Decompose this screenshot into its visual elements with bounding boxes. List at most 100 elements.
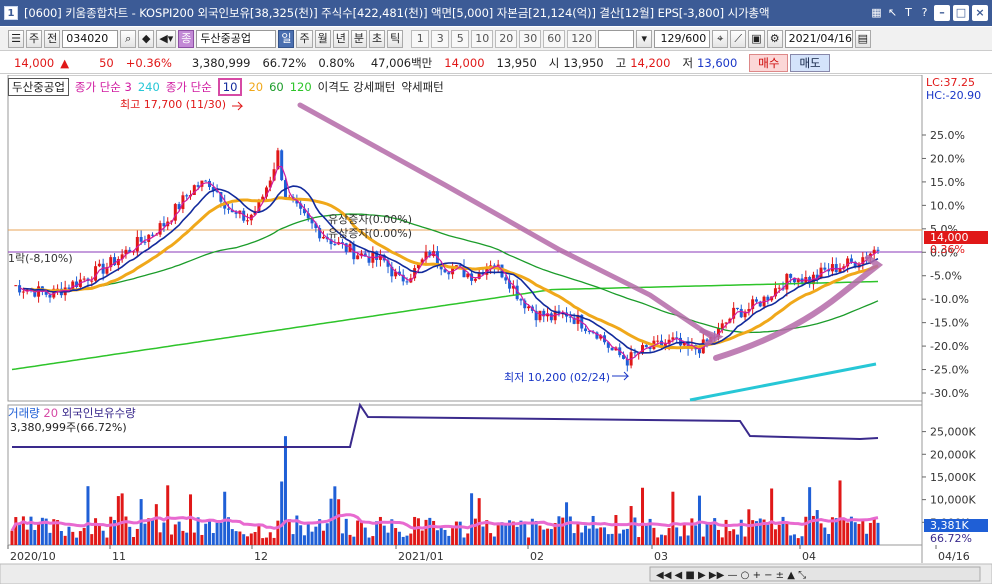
- low-price: 13,600: [697, 55, 738, 70]
- volume-bar: [367, 537, 371, 545]
- open-price: 13,950: [563, 55, 604, 70]
- candle-body: [641, 345, 645, 354]
- volume-bar: [435, 530, 439, 545]
- interval-button-60[interactable]: 60: [543, 29, 566, 48]
- legend-ma20: 20: [248, 80, 264, 94]
- volume-bar: [109, 516, 113, 545]
- volume-bar: [614, 515, 618, 545]
- volume-bar: [234, 531, 238, 545]
- price-y-tick-label: -20.0%: [930, 340, 969, 353]
- stock-name-field[interactable]: 두산중공업: [196, 29, 277, 48]
- volume-bar: [287, 519, 291, 545]
- volume-bar: [314, 526, 318, 545]
- search-icon[interactable]: ⌕: [120, 29, 137, 48]
- volume-bar: [728, 531, 732, 545]
- tf-button-day[interactable]: 일: [278, 29, 295, 48]
- volume-bar: [876, 522, 880, 545]
- interval-button-3[interactable]: 3: [431, 29, 450, 48]
- candle-body: [245, 220, 249, 222]
- hc-label: HC:-20.90: [926, 89, 981, 102]
- candle-body: [97, 263, 101, 267]
- question-icon[interactable]: ?: [918, 6, 931, 20]
- volume-bar: [735, 534, 739, 545]
- interval-button-5[interactable]: 5: [451, 29, 470, 48]
- interval-button-20[interactable]: 20: [495, 29, 518, 48]
- volume-bar: [868, 522, 872, 545]
- volume-bar: [356, 520, 360, 545]
- candle-body: [610, 347, 614, 351]
- candle-body: [158, 223, 162, 235]
- interval-button-120[interactable]: 120: [567, 29, 597, 48]
- volume-bar: [200, 534, 204, 545]
- tf-button-minute[interactable]: 분: [350, 29, 367, 48]
- tf-button-tick[interactable]: 틱: [387, 29, 404, 48]
- volume-bar: [458, 521, 462, 545]
- volume-bar: [447, 535, 451, 545]
- sell-button[interactable]: 매도: [790, 53, 830, 72]
- gear-icon[interactable]: ⚙: [766, 29, 783, 48]
- buy-button[interactable]: 매수: [749, 53, 789, 72]
- volume-bar: [59, 531, 63, 545]
- volume-bar: [405, 535, 409, 545]
- volume-bar: [473, 518, 477, 545]
- arrow-icon[interactable]: ↖: [886, 6, 899, 20]
- volume-bar: [116, 496, 120, 545]
- volume-bar: [796, 538, 800, 545]
- tf-button-month[interactable]: 월: [314, 29, 331, 48]
- candle-body: [280, 150, 284, 181]
- chart-line-icon[interactable]: ⟋: [730, 29, 747, 48]
- interval-dropdown-icon[interactable]: ▾: [636, 29, 653, 48]
- candle-body: [82, 278, 86, 280]
- text-icon[interactable]: T: [902, 6, 915, 20]
- bar-count-field[interactable]: 129/600: [654, 29, 711, 48]
- price-volume-chart[interactable]: 25.0%20.0%15.0%10.0%5.0%0.0%-5.0%-10.0%-…: [0, 75, 992, 584]
- close-icon[interactable]: ×: [972, 5, 988, 21]
- stock-group-icon[interactable]: 종: [178, 29, 195, 48]
- candle-body: [538, 310, 542, 321]
- volume-bar: [310, 531, 314, 545]
- prev-button[interactable]: 전: [44, 29, 61, 48]
- maximize-icon[interactable]: □: [953, 5, 969, 21]
- tf-button-week[interactable]: 주: [296, 29, 313, 48]
- x-axis-label: 2020/10: [10, 550, 56, 563]
- candle-body: [139, 236, 143, 242]
- tf-button-year[interactable]: 년: [332, 29, 349, 48]
- candle-body: [473, 278, 477, 281]
- stock-code-input[interactable]: 034020: [62, 29, 119, 48]
- volume-bar: [249, 533, 253, 545]
- crosshair-icon[interactable]: ⌖: [712, 29, 729, 48]
- volume-bar: [192, 532, 196, 545]
- calendar-icon[interactable]: ▤: [854, 29, 872, 48]
- candle-body: [90, 280, 94, 282]
- grid-icon[interactable]: ▦: [870, 6, 883, 20]
- volume-bar: [101, 530, 105, 545]
- window-title-bar: 1 [0600] 키움종합차트 - KOSPI200 외국인보유[38,325(…: [0, 0, 992, 26]
- arrow-down-icon[interactable]: ◆: [138, 29, 155, 48]
- volume-bar: [808, 487, 812, 545]
- volume-bar: [724, 519, 728, 545]
- volume-bar: [344, 518, 348, 545]
- interval-button-10[interactable]: 10: [471, 29, 494, 48]
- tf-button-second[interactable]: 초: [368, 29, 386, 48]
- turnover-value: 0.80%: [318, 55, 355, 70]
- minimize-icon[interactable]: –: [934, 5, 950, 21]
- candle-body: [849, 258, 853, 262]
- volume-bar: [872, 517, 876, 545]
- volume-bar: [823, 527, 827, 545]
- x-axis-label: 04: [802, 550, 816, 563]
- date-field[interactable]: 2021/04/16: [784, 29, 853, 48]
- save-icon[interactable]: ▣: [748, 29, 765, 48]
- interval-button-1[interactable]: 1: [411, 29, 430, 48]
- menu-button[interactable]: ☰: [8, 29, 24, 48]
- vwap-price: 13,950: [496, 55, 537, 70]
- period-type-select[interactable]: 주: [26, 29, 43, 48]
- interval-button-30[interactable]: 30: [519, 29, 542, 48]
- volume-bar: [637, 537, 641, 545]
- volume-bar: [189, 494, 193, 545]
- candle-body: [162, 223, 166, 227]
- chart-area[interactable]: 25.0% 20.0% 15.0% 10.0% 5.0% 0.0% -5.0% -10.0% -…: [0, 75, 992, 584]
- speaker-icon[interactable]: ◀▾: [156, 29, 177, 48]
- interval-custom-input[interactable]: [598, 29, 635, 48]
- legend-stock-name[interactable]: 두산중공업: [8, 78, 69, 96]
- price-y-tick-label: -10.0%: [930, 293, 969, 306]
